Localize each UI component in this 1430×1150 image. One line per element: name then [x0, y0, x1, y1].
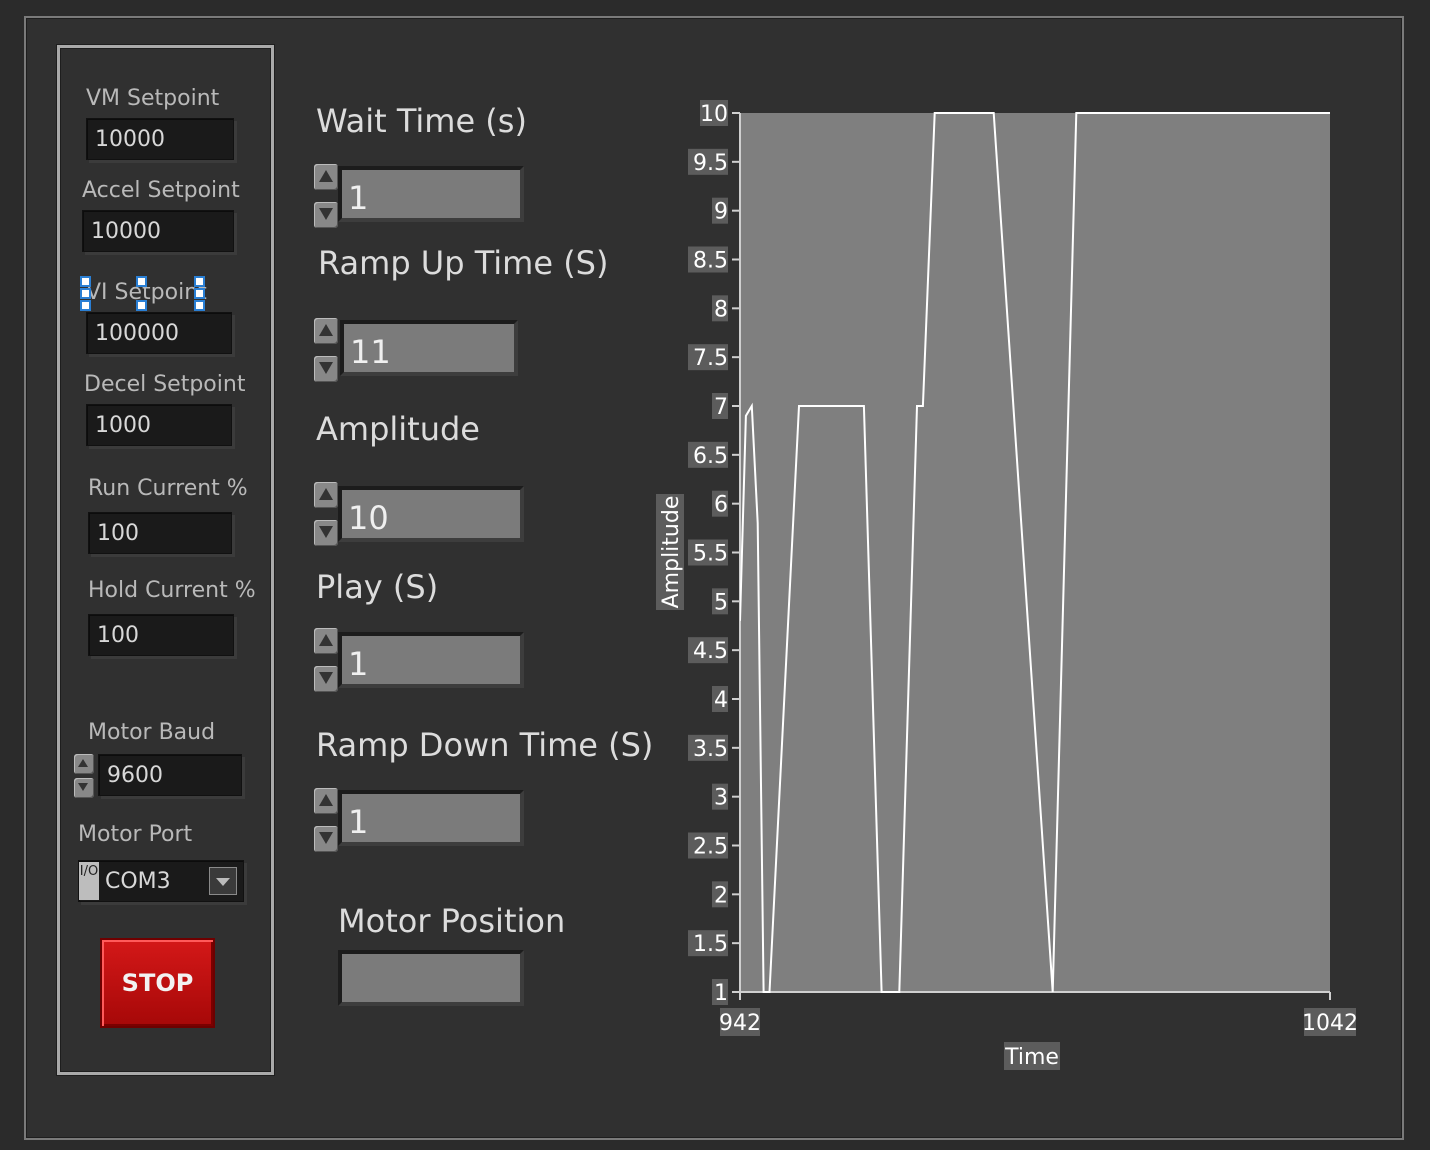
x-tick-label: 1042 [1302, 1011, 1358, 1036]
x-axis-title: Time [1004, 1042, 1060, 1070]
x-axis: 942 1042 [719, 991, 1358, 1036]
y-tick-label: 10 [700, 102, 728, 127]
y-tick-label: 9 [714, 200, 728, 225]
y-axis: 1 1.5 2 2.5 3 3.5 4 4.5 5 5.5 6 6.5 7 7.5 8 8.5 9 9.5 10 [688, 100, 741, 1006]
y-tick-label: 2 [714, 883, 728, 908]
y-tick: 10 [700, 100, 740, 127]
y-axis-label: Amplitude [659, 496, 684, 609]
plot-area [740, 113, 1330, 992]
y-tick-label: 2.5 [693, 835, 728, 860]
y-tick-label: 4 [714, 688, 728, 713]
y-tick: 7.5 [688, 344, 740, 371]
y-tick-label: 9.5 [693, 151, 728, 176]
y-tick: 5.5 [688, 539, 740, 567]
y-tick: 5 [712, 588, 740, 615]
y-tick-label: 7.5 [693, 346, 728, 371]
y-tick-label: 8.5 [693, 249, 728, 274]
y-tick: 1.5 [688, 930, 740, 957]
y-tick: 9.5 [688, 148, 740, 176]
y-tick-label: 8 [714, 297, 728, 322]
y-tick: 3 [712, 783, 740, 811]
y-tick-label: 5.5 [693, 542, 728, 567]
y-tick: 7 [712, 393, 740, 420]
y-tick-label: 6.5 [693, 444, 728, 469]
y-tick: 3.5 [688, 734, 740, 762]
y-tick: 2.5 [688, 832, 740, 860]
amplitude-chart: 1 1.5 2 2.5 3 3.5 4 4.5 5 5.5 6 6.5 7 7.5 8 8.5 9 9.5 10 9… [656, 100, 1358, 1070]
x-tick: 1042 [1302, 992, 1358, 1036]
y-tick: 6.5 [688, 441, 740, 469]
y-tick: 1 [712, 979, 740, 1006]
y-tick-label: 1.5 [693, 932, 728, 957]
y-tick: 4.5 [688, 637, 740, 664]
y-tick: 2 [712, 881, 740, 908]
y-tick-label: 3 [714, 786, 728, 811]
y-tick-label: 7 [714, 395, 728, 420]
y-tick-label: 6 [714, 493, 728, 518]
x-tick-label: 942 [719, 1011, 761, 1036]
y-tick-label: 1 [714, 981, 728, 1006]
y-tick-label: 3.5 [693, 737, 728, 762]
y-axis-title: Amplitude [656, 494, 684, 610]
y-tick-label: 4.5 [693, 639, 728, 664]
y-tick: 8.5 [688, 246, 740, 274]
y-tick: 8 [712, 295, 740, 322]
y-tick: 4 [712, 686, 740, 713]
x-axis-label: Time [1004, 1045, 1059, 1070]
y-tick: 6 [712, 490, 740, 518]
y-tick: 9 [712, 197, 740, 225]
y-tick-label: 5 [714, 590, 728, 615]
